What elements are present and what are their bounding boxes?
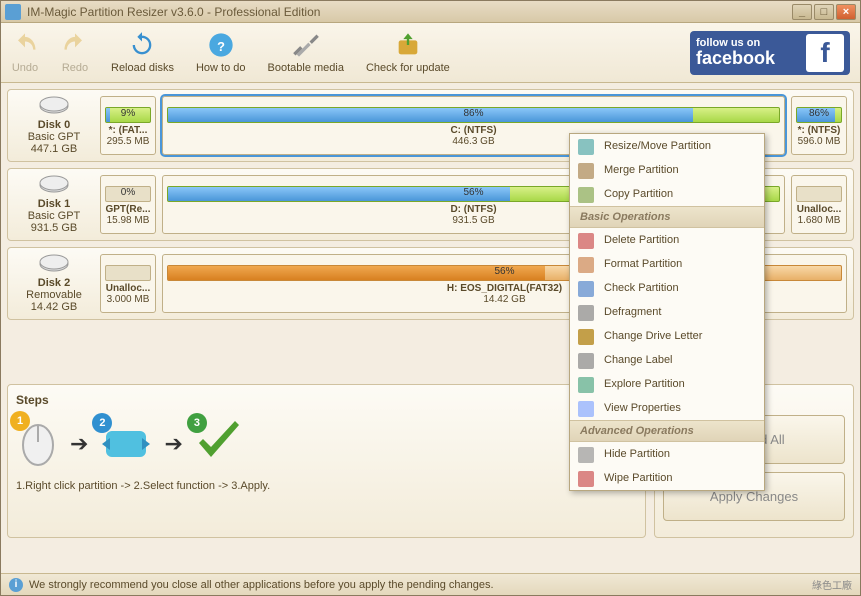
partition[interactable]: 0%GPT(Re...15.98 MB	[100, 175, 156, 234]
steps-text: 1.Right click partition -> 2.Select func…	[16, 480, 637, 492]
close-button[interactable]: ×	[836, 4, 856, 20]
menu-item[interactable]: Defragment	[570, 300, 764, 324]
menu-item[interactable]: Hide Partition	[570, 442, 764, 466]
disk-info: Disk 0Basic GPT447.1 GB	[14, 96, 94, 155]
undo-icon	[11, 31, 39, 59]
steps-title: Steps	[16, 393, 637, 407]
partition[interactable]: 86%*: (NTFS)596.0 MB	[791, 96, 847, 155]
context-menu: Resize/Move PartitionMerge PartitionCopy…	[569, 133, 765, 491]
reload-disks-button[interactable]: Reload disks	[111, 31, 174, 74]
facebook-link[interactable]: follow us onfacebook f	[690, 31, 850, 75]
menu-item[interactable]: Change Label	[570, 348, 764, 372]
menu-header: Basic Operations	[570, 206, 764, 228]
steps-panel: Steps 1 ➔ 2 ➔ 3 1.Right click partition …	[7, 384, 646, 538]
menu-item[interactable]: View Properties	[570, 396, 764, 420]
help-icon: ?	[207, 31, 235, 59]
partition[interactable]: Unalloc...3.000 MB	[100, 254, 156, 313]
toolbar: Undo Redo Reload disks ? How to do Boota…	[1, 23, 860, 83]
check-update-button[interactable]: Check for update	[366, 31, 450, 74]
menu-header: Advanced Operations	[570, 420, 764, 442]
redo-icon	[61, 31, 89, 59]
titlebar: IM-Magic Partition Resizer v3.6.0 - Prof…	[1, 1, 860, 23]
maximize-button[interactable]: □	[814, 4, 834, 20]
window-title: IM-Magic Partition Resizer v3.6.0 - Prof…	[27, 5, 792, 19]
menu-item[interactable]: Merge Partition	[570, 158, 764, 182]
menu-item[interactable]: Resize/Move Partition	[570, 134, 764, 158]
menu-item[interactable]: Change Drive Letter	[570, 324, 764, 348]
minimize-button[interactable]: _	[792, 4, 812, 20]
tools-icon	[292, 31, 320, 59]
menu-item[interactable]: Copy Partition	[570, 182, 764, 206]
undo-button[interactable]: Undo	[11, 31, 39, 74]
svg-text:?: ?	[217, 39, 225, 54]
menu-item[interactable]: Explore Partition	[570, 372, 764, 396]
app-icon	[5, 4, 21, 20]
status-text: We strongly recommend you close all othe…	[29, 579, 494, 591]
partition[interactable]: Unalloc...1.680 MB	[791, 175, 847, 234]
info-icon: i	[9, 578, 23, 592]
menu-item[interactable]: Delete Partition	[570, 228, 764, 252]
update-icon	[394, 31, 422, 59]
disk-info: Disk 2Removable14.42 GB	[14, 254, 94, 313]
bootable-media-button[interactable]: Bootable media	[268, 31, 344, 74]
facebook-icon: f	[806, 34, 844, 72]
statusbar: i We strongly recommend you close all ot…	[1, 573, 860, 595]
menu-item[interactable]: Wipe Partition	[570, 466, 764, 490]
menu-item[interactable]: Check Partition	[570, 276, 764, 300]
partition[interactable]: 9%*: (FAT...295.5 MB	[100, 96, 156, 155]
watermark: 綠色工廠	[812, 577, 852, 592]
reload-icon	[128, 31, 156, 59]
how-to-button[interactable]: ? How to do	[196, 31, 246, 74]
disk-info: Disk 1Basic GPT931.5 GB	[14, 175, 94, 234]
menu-item[interactable]: Format Partition	[570, 252, 764, 276]
redo-button[interactable]: Redo	[61, 31, 89, 74]
